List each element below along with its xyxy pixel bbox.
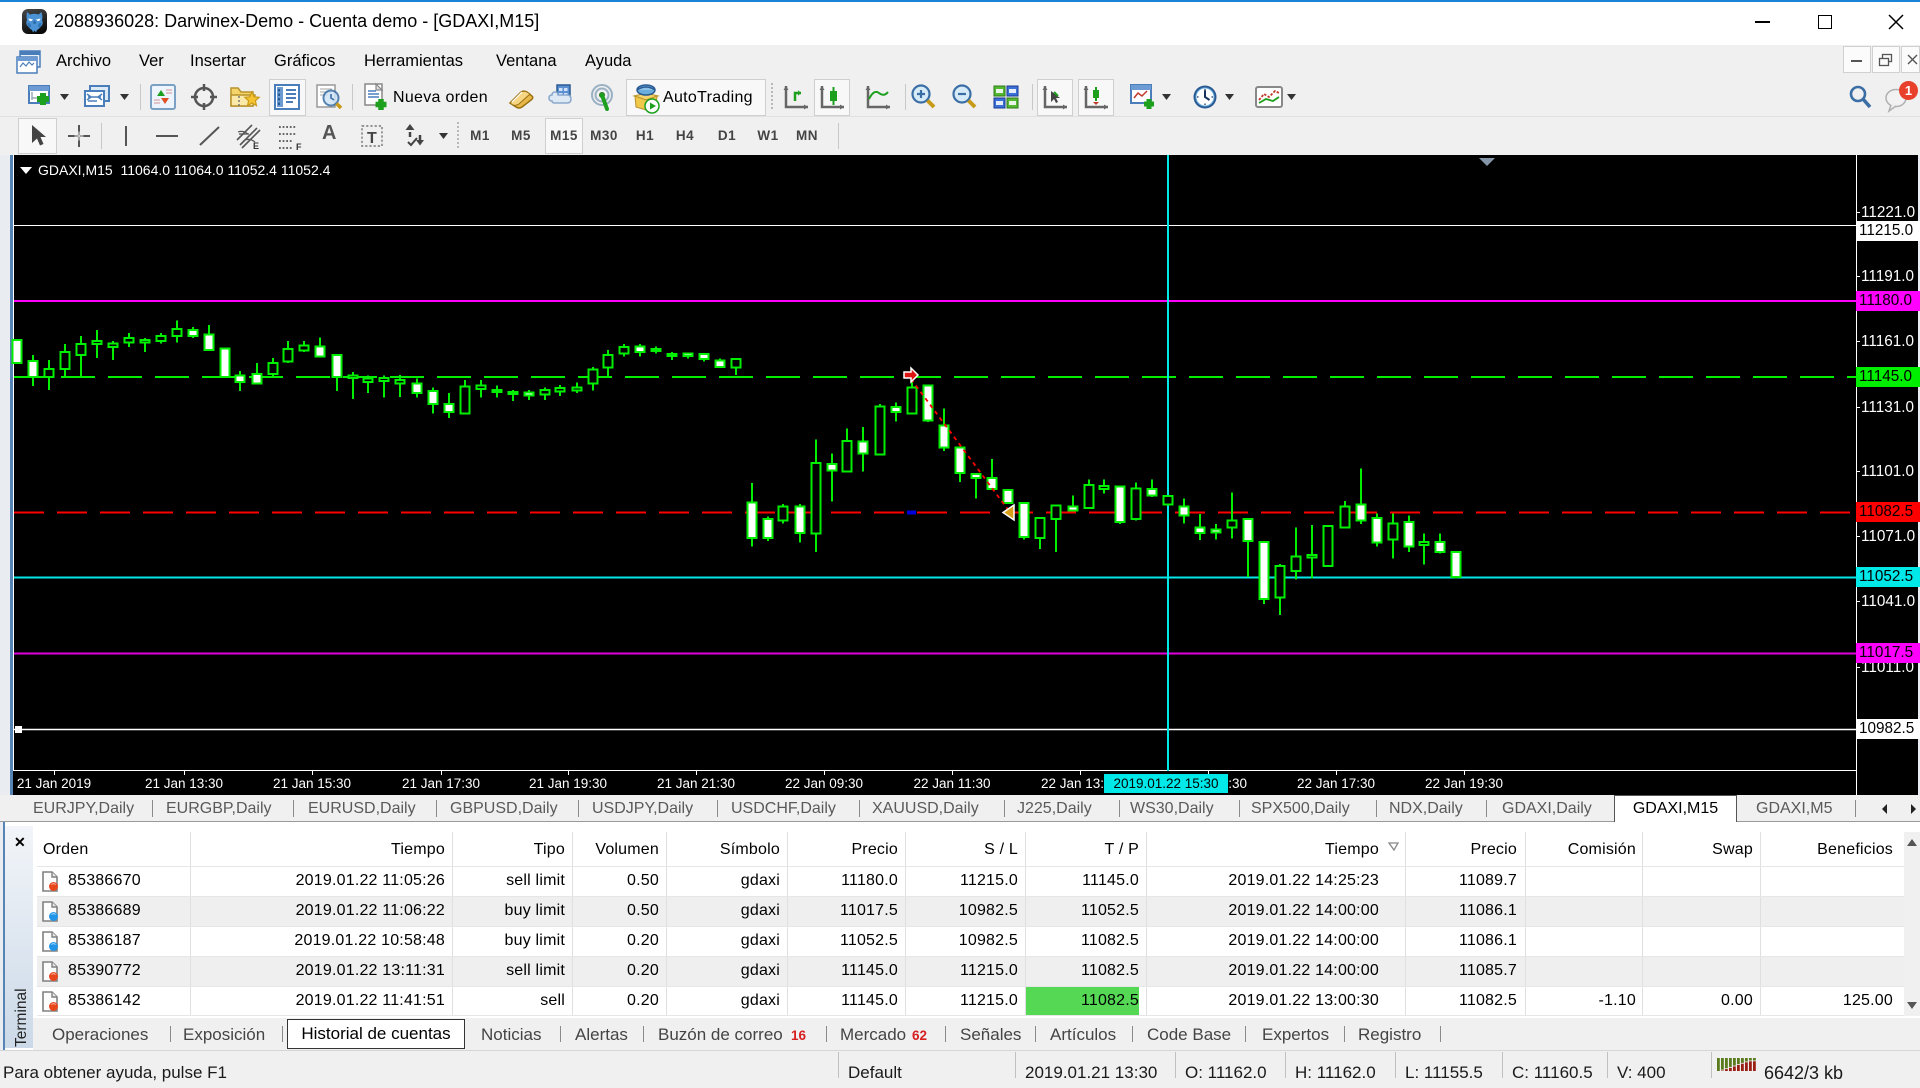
- svg-text:GDAXI,M15 11064.0 11064.0 110: GDAXI,M15 11064.0 11064.0 11052.4 11052.…: [38, 162, 331, 178]
- svg-text:F: F: [296, 142, 302, 151]
- svg-text:T: T: [367, 130, 377, 147]
- svg-text:E: E: [253, 141, 259, 150]
